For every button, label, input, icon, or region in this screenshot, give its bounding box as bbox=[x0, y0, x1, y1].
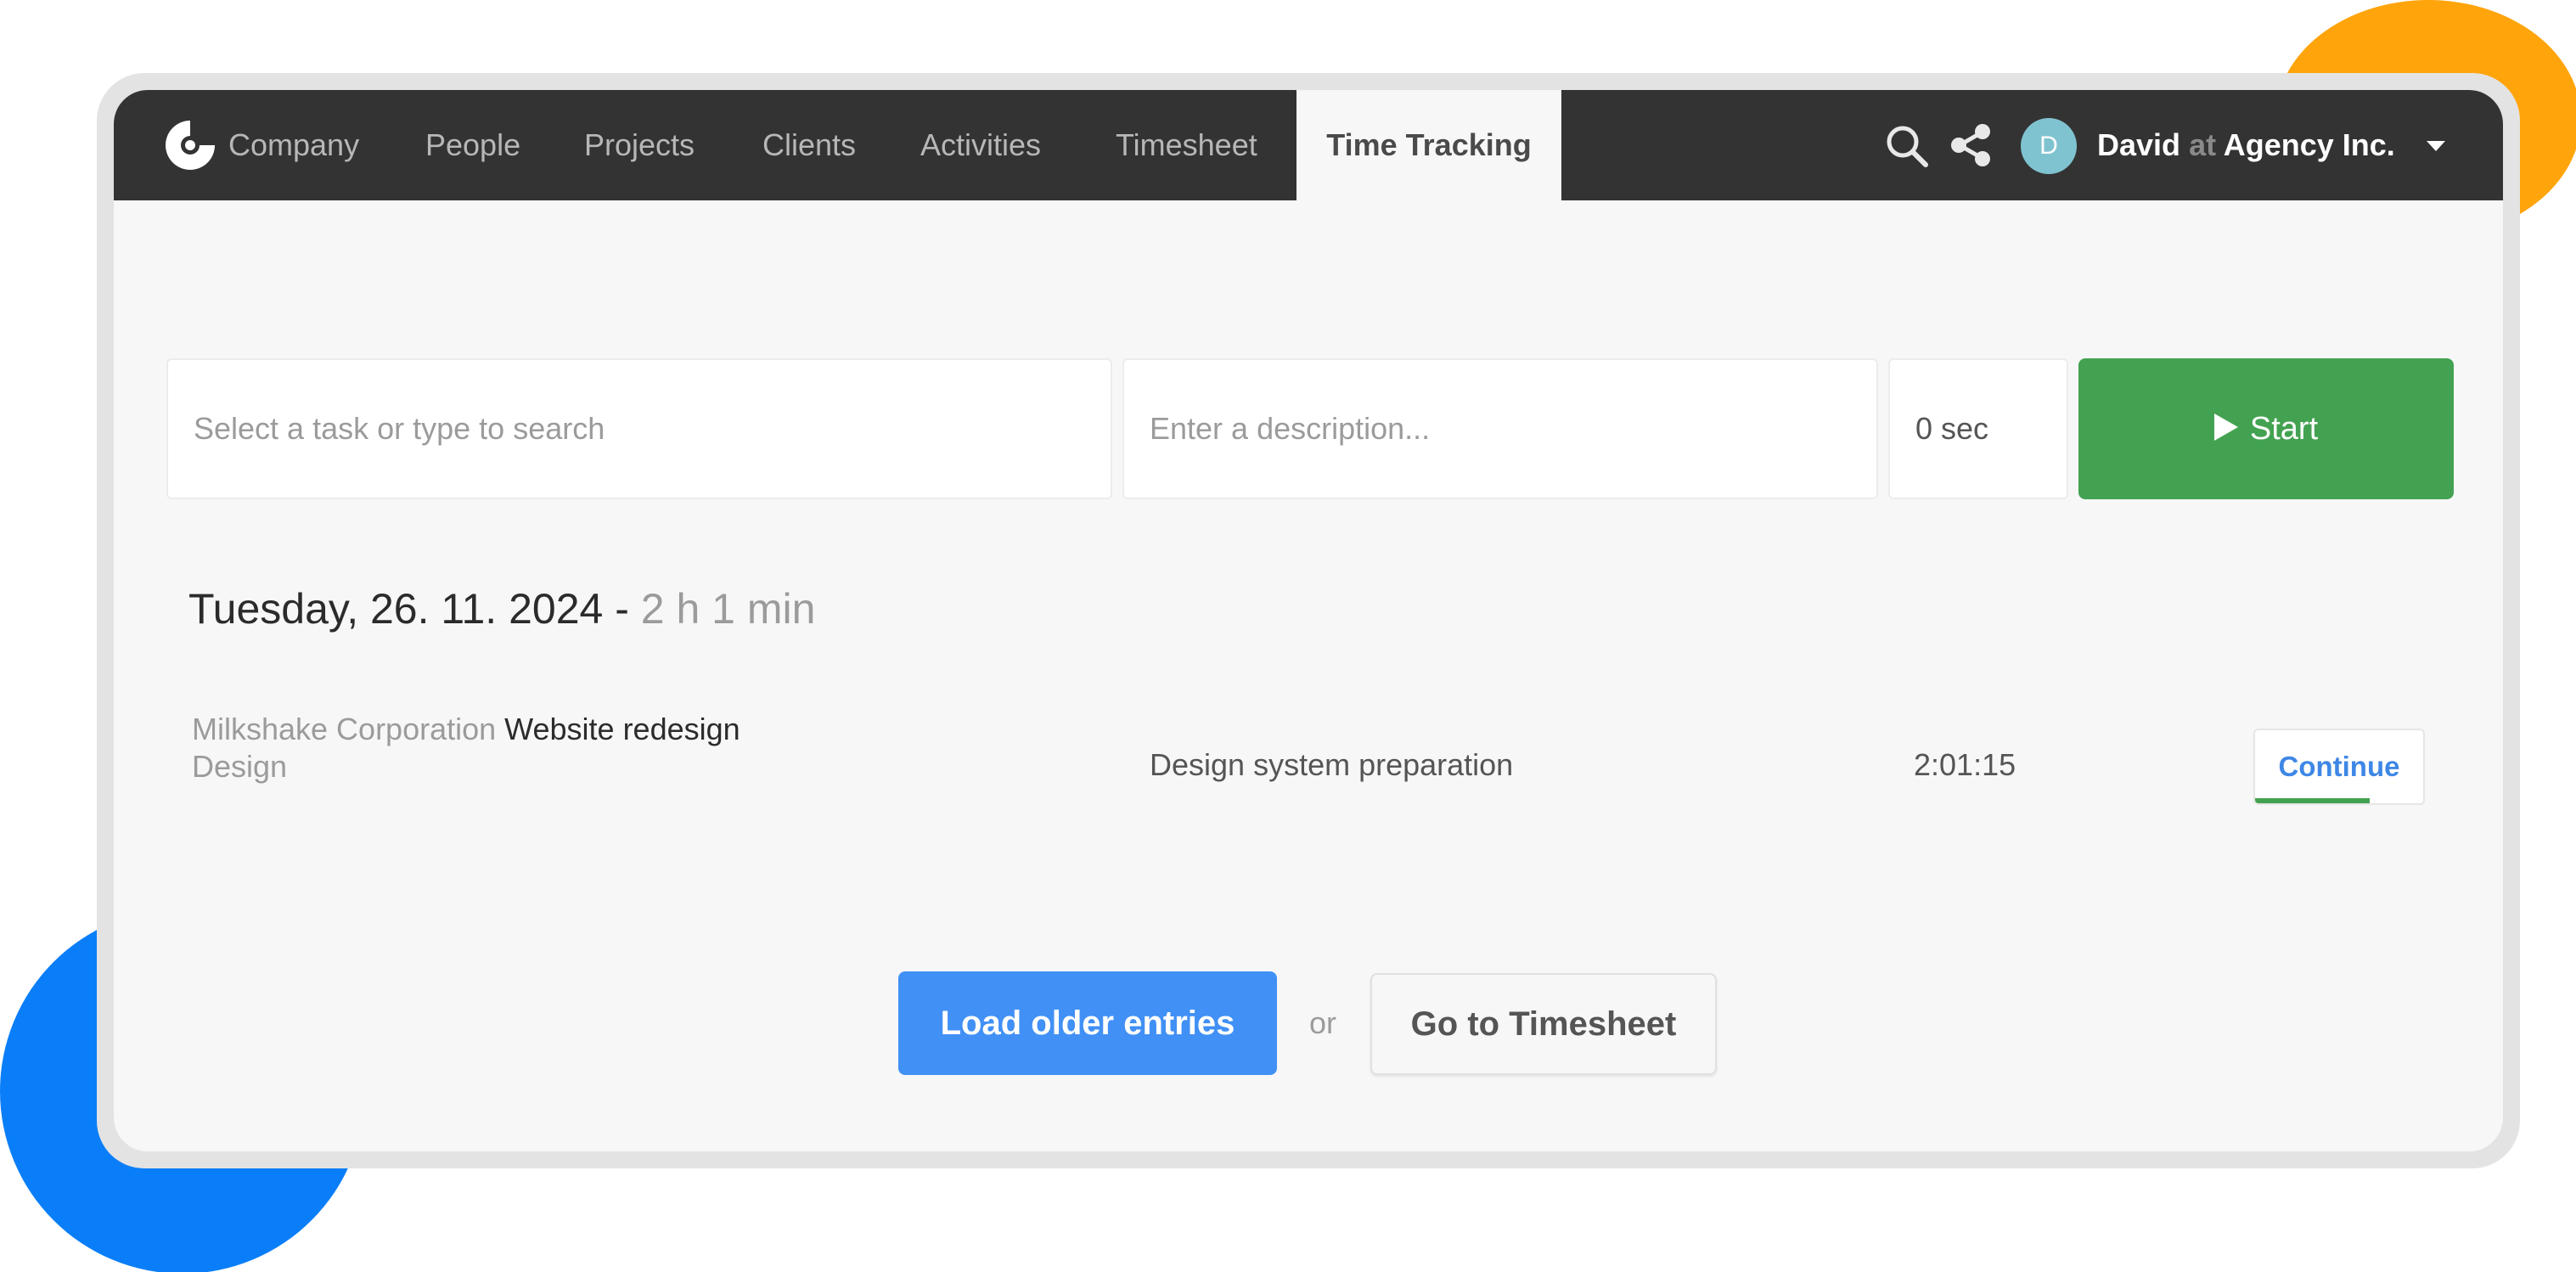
entry-client: Milkshake Corporation bbox=[192, 712, 497, 746]
app-window: Company People Projects Clients Activiti… bbox=[114, 90, 2503, 1151]
nav-item-projects[interactable]: Projects bbox=[584, 90, 695, 200]
day-heading: Tuesday, 26. 11. 2024 - 2 h 1 min bbox=[188, 584, 815, 633]
day-separator: - bbox=[603, 585, 641, 633]
play-icon bbox=[2213, 414, 2238, 441]
search-icon[interactable] bbox=[1883, 122, 1931, 170]
or-label: or bbox=[1309, 1005, 1337, 1040]
duration-field[interactable]: 0 sec bbox=[1888, 358, 2068, 499]
load-older-entries-button[interactable]: Load older entries bbox=[898, 971, 1277, 1075]
task-search-field[interactable] bbox=[166, 358, 1112, 499]
entry-project: Website redesign bbox=[504, 712, 740, 746]
day-date: Tuesday, 26. 11. 2024 bbox=[188, 585, 604, 633]
nav-item-timesheet[interactable]: Timesheet bbox=[1116, 90, 1257, 200]
nav-item-people[interactable]: People bbox=[425, 90, 520, 200]
nav-item-time-tracking[interactable]: Time Tracking bbox=[1296, 90, 1561, 200]
entry-client-project: Milkshake Corporation Website redesign bbox=[192, 712, 740, 747]
start-button-label: Start bbox=[2249, 411, 2319, 447]
task-search-input[interactable] bbox=[194, 360, 1111, 498]
top-navbar: Company People Projects Clients Activiti… bbox=[114, 90, 2503, 200]
company-logo-icon[interactable] bbox=[165, 120, 216, 171]
continue-button-label: Continue bbox=[2278, 751, 2400, 782]
description-field[interactable] bbox=[1122, 358, 1878, 499]
nav-item-activities[interactable]: Activities bbox=[920, 90, 1041, 200]
user-organization: Agency Inc. bbox=[2223, 127, 2395, 162]
user-avatar[interactable]: D bbox=[2021, 118, 2077, 174]
entry-activity: Design bbox=[192, 749, 288, 784]
continue-progress-bar bbox=[2255, 798, 2370, 803]
entry-description[interactable]: Design system preparation bbox=[1150, 747, 1513, 783]
day-total: 2 h 1 min bbox=[640, 585, 816, 633]
go-to-timesheet-button[interactable]: Go to Timesheet bbox=[1370, 973, 1717, 1075]
share-icon[interactable] bbox=[1948, 122, 1994, 168]
user-account-menu[interactable]: David at Agency Inc. bbox=[2097, 90, 2395, 200]
nav-item-clients[interactable]: Clients bbox=[762, 90, 856, 200]
caret-down-icon[interactable] bbox=[2425, 139, 2447, 153]
user-at-label: at bbox=[2189, 127, 2217, 162]
stage: Company People Projects Clients Activiti… bbox=[0, 0, 2576, 1272]
description-input[interactable] bbox=[1150, 360, 1876, 498]
nav-item-company[interactable]: Company bbox=[228, 90, 359, 200]
continue-button[interactable]: Continue bbox=[2253, 729, 2425, 805]
start-button[interactable]: Start bbox=[2078, 358, 2454, 499]
entry-duration[interactable]: 2:01:15 bbox=[1914, 747, 2016, 783]
user-name: David bbox=[2097, 127, 2181, 162]
